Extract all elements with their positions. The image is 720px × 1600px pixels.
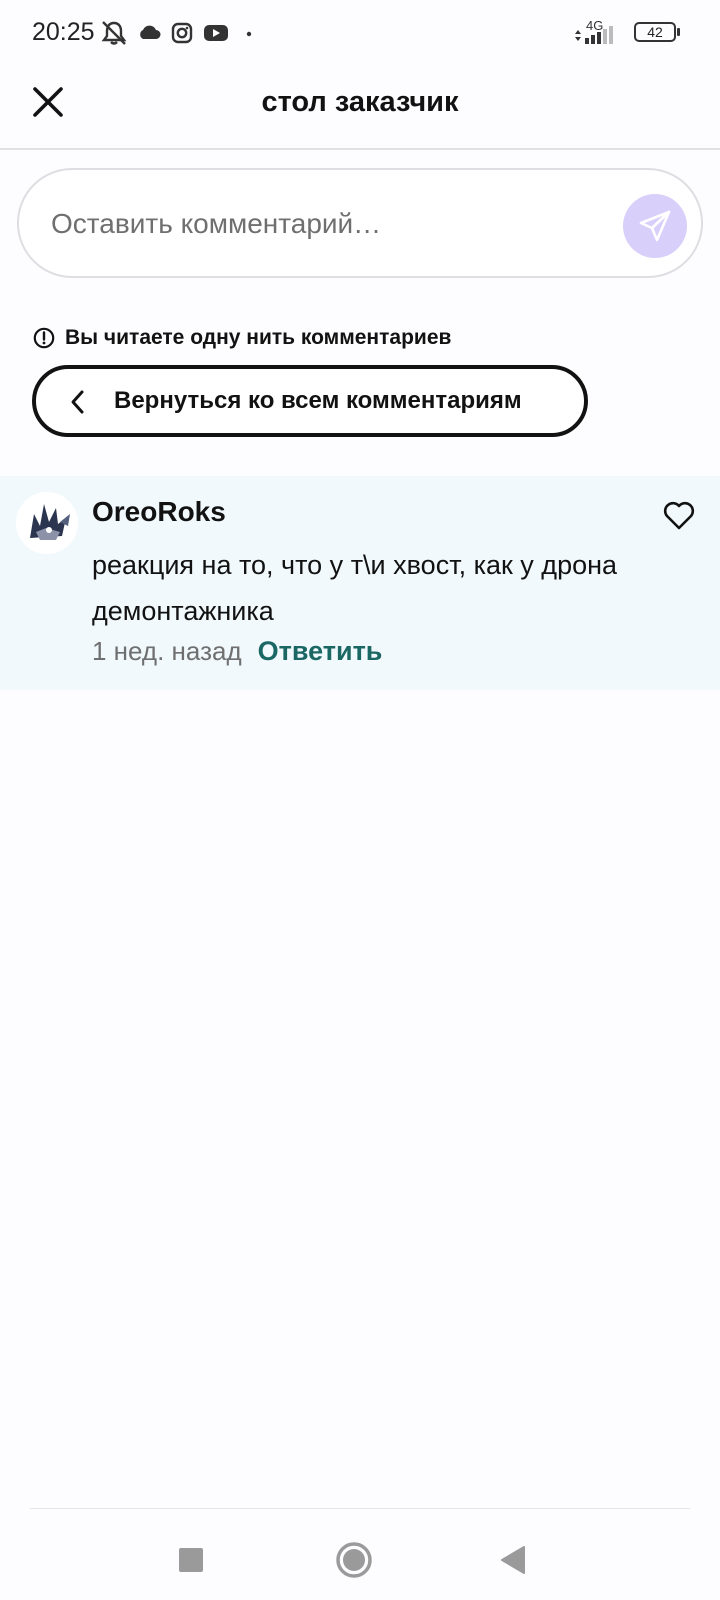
navbar-divider bbox=[30, 1508, 690, 1509]
status-time: 20:25 bbox=[32, 18, 95, 46]
battery-icon: 42 bbox=[634, 22, 680, 42]
mute-icon bbox=[101, 21, 127, 45]
comment-input[interactable] bbox=[49, 200, 593, 248]
youtube-icon bbox=[204, 25, 228, 41]
info-icon bbox=[33, 327, 55, 349]
comment-timestamp: 1 нед. назад bbox=[92, 636, 242, 666]
dot-icon bbox=[246, 31, 252, 37]
thread-notice: Вы читаете одну нить комментариев bbox=[33, 326, 451, 350]
heart-icon[interactable] bbox=[662, 498, 696, 532]
avatar[interactable] bbox=[16, 492, 78, 554]
reply-button[interactable]: Ответить bbox=[258, 636, 383, 667]
avatar-image bbox=[16, 492, 78, 554]
page-title: стол заказчик bbox=[261, 86, 459, 118]
instagram-icon bbox=[171, 22, 193, 44]
comment-item: OreoRoks реакция на то, что у т\и хвост,… bbox=[0, 476, 720, 690]
chevron-left-icon bbox=[71, 390, 84, 414]
back-to-all-comments-button[interactable]: Вернуться ко всем комментариям bbox=[32, 365, 588, 437]
comment-author[interactable]: OreoRoks bbox=[92, 496, 226, 528]
back-button-label: Вернуться ко всем комментариям bbox=[114, 387, 522, 414]
back-nav-icon[interactable] bbox=[492, 1538, 536, 1582]
home-icon[interactable] bbox=[332, 1538, 376, 1582]
comment-input-container bbox=[17, 168, 703, 278]
thread-notice-text: Вы читаете одну нить комментариев bbox=[65, 326, 452, 349]
send-button[interactable] bbox=[623, 194, 687, 258]
header: стол заказчик bbox=[0, 66, 720, 150]
comment-text: реакция на то, что у т\и хвост, как у др… bbox=[92, 550, 618, 626]
cloud-icon bbox=[140, 25, 161, 39]
recents-icon[interactable] bbox=[169, 1538, 213, 1582]
status-bar: 20:25 4G 42 bbox=[0, 0, 720, 66]
signal-icon bbox=[575, 26, 613, 44]
send-icon bbox=[639, 210, 671, 242]
comment-meta: 1 нед. назад Ответить bbox=[92, 636, 382, 667]
battery-level: 42 bbox=[647, 24, 663, 40]
